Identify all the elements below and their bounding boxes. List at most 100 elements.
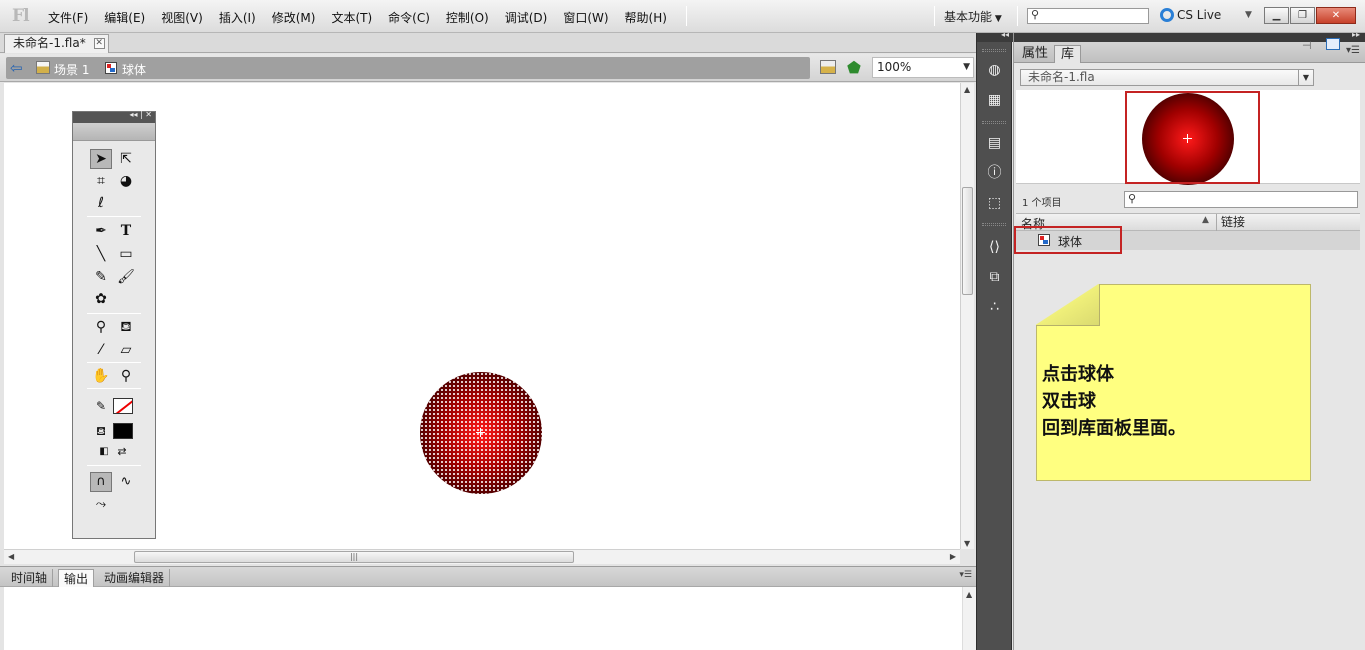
dock-grip[interactable] xyxy=(982,49,1006,52)
free-transform-tool-icon[interactable]: ⌗ xyxy=(90,171,112,191)
color-icon[interactable]: ◍ xyxy=(984,60,1005,81)
scroll-up-icon[interactable]: ▲ xyxy=(964,85,970,94)
cs-live-button[interactable]: CS Live xyxy=(1160,8,1221,22)
menu-insert[interactable]: 插入(I) xyxy=(211,9,264,26)
ball-graphic[interactable] xyxy=(420,372,542,494)
menu-file[interactable]: 文件(F) xyxy=(40,9,96,26)
scroll-up-icon[interactable]: ▲ xyxy=(966,590,972,599)
pencil-tool-icon[interactable]: ✎ xyxy=(90,267,112,287)
eyedropper-tool-icon[interactable]: ⁄ xyxy=(90,340,112,360)
deco-tool-icon[interactable]: ✿ xyxy=(90,289,112,309)
eraser-tool-icon[interactable]: ▱ xyxy=(115,340,137,360)
straighten-icon[interactable]: ⤳ xyxy=(90,495,112,515)
dock-header[interactable]: ◂◂ xyxy=(977,30,1013,42)
menu-window[interactable]: 窗口(W) xyxy=(555,9,616,26)
stroke-color-swatch[interactable] xyxy=(113,398,133,414)
text-tool-icon[interactable]: T xyxy=(115,221,137,241)
tools-panel-grip[interactable] xyxy=(73,123,155,141)
minimize-button[interactable]: ▁ xyxy=(1264,7,1289,24)
document-tab[interactable]: 未命名-1.fla* ✕ xyxy=(4,34,109,53)
dock-grip[interactable] xyxy=(982,121,1006,124)
menu-control[interactable]: 控制(O) xyxy=(438,9,497,26)
collapse-close-icon[interactable]: ◂◂ | ✕ xyxy=(129,110,152,119)
search-icon: ⚲ xyxy=(1128,192,1137,205)
tab-library[interactable]: 库 xyxy=(1054,45,1082,63)
dock-grip[interactable] xyxy=(982,223,1006,226)
workspace-switcher[interactable]: 基本功能 xyxy=(944,8,1002,25)
menu-edit[interactable]: 编辑(E) xyxy=(96,9,153,26)
collapse-icon[interactable]: ▸▸ xyxy=(1352,30,1360,39)
code-snippets-icon[interactable]: ⟨⟩ xyxy=(984,237,1005,258)
menu-text[interactable]: 文本(T) xyxy=(323,9,380,26)
close-button[interactable]: ✕ xyxy=(1316,7,1356,24)
menu-help[interactable]: 帮助(H) xyxy=(617,9,675,26)
back-arrow-icon[interactable]: ⇦ xyxy=(10,59,23,77)
selection-tool-icon[interactable]: ➤ xyxy=(90,149,112,169)
breadcrumb-scene[interactable]: 场景 1 xyxy=(54,61,89,78)
new-library-panel-icon[interactable] xyxy=(1326,38,1340,50)
scroll-thumb[interactable] xyxy=(962,187,973,295)
stage-horizontal-scrollbar[interactable]: ◀ ||| ▶ xyxy=(4,549,960,564)
column-linkage[interactable]: 链接 xyxy=(1216,214,1245,231)
align-icon[interactable]: ▤ xyxy=(984,133,1005,154)
paint-bucket-tool-icon[interactable]: ⛾ xyxy=(115,317,137,337)
tab-properties[interactable]: 属性 xyxy=(1016,45,1054,63)
edit-scene-icon[interactable] xyxy=(820,60,836,74)
panel-menu-icon[interactable]: ▾☰ xyxy=(959,570,972,580)
cs-live-label: CS Live xyxy=(1177,8,1222,22)
motion-presets-icon[interactable]: ∴ xyxy=(984,297,1005,318)
chevron-down-icon[interactable]: ▼ xyxy=(1245,10,1252,20)
lasso-tool-icon[interactable]: ℓ xyxy=(90,193,112,213)
brush-tool-icon[interactable]: 🖌 xyxy=(115,267,137,287)
tool-divider xyxy=(87,313,141,314)
help-search-field[interactable]: ⚲ xyxy=(1027,8,1149,24)
transform-icon[interactable]: ⬚ xyxy=(984,193,1005,214)
expand-icon[interactable]: ◂◂ xyxy=(1001,30,1009,39)
scroll-thumb[interactable]: ||| xyxy=(134,551,574,563)
bone-tool-icon[interactable]: ⚲ xyxy=(90,317,112,337)
hand-tool-icon[interactable]: ✋ xyxy=(90,366,112,386)
menu-view[interactable]: 视图(V) xyxy=(153,9,211,26)
rectangle-tool-icon[interactable]: ▭ xyxy=(115,244,137,264)
scroll-left-icon[interactable]: ◀ xyxy=(8,552,14,561)
panel-header[interactable]: ▸▸ xyxy=(1014,30,1365,42)
smooth-icon[interactable]: ∿ xyxy=(115,472,137,492)
tab-timeline[interactable]: 时间轴 xyxy=(6,569,54,588)
snap-to-objects-icon[interactable]: ∩ xyxy=(90,472,112,492)
tab-output[interactable]: 输出 xyxy=(58,569,95,588)
pin-library-icon[interactable]: ⊣ xyxy=(1302,39,1312,52)
scroll-right-icon[interactable]: ▶ xyxy=(950,552,956,561)
breadcrumb-symbol[interactable]: 球体 xyxy=(122,61,146,78)
fill-color-swatch[interactable] xyxy=(113,423,133,439)
pen-tool-icon[interactable]: ✒ xyxy=(90,221,112,241)
menu-modify[interactable]: 修改(M) xyxy=(264,9,324,26)
restore-button[interactable]: ❐ xyxy=(1290,7,1315,24)
tab-motion-editor[interactable]: 动画编辑器 xyxy=(99,569,171,588)
cs-live-icon xyxy=(1160,8,1174,22)
sort-ascending-icon[interactable]: ▲ xyxy=(1202,215,1209,225)
zoom-select[interactable]: 100% xyxy=(872,57,974,78)
3d-rotation-tool-icon[interactable]: ◕ xyxy=(115,171,137,191)
swap-colors-icon[interactable]: ⇄ xyxy=(111,442,133,462)
tools-panel-header[interactable]: ◂◂ | ✕ xyxy=(73,110,155,123)
edit-bar: ⇦ 场景 1 球体 ⬟ 100% xyxy=(0,54,976,82)
subselection-tool-icon[interactable]: ⇱ xyxy=(115,149,137,169)
info-icon[interactable]: ⓘ xyxy=(984,163,1005,184)
menu-commands[interactable]: 命令(C) xyxy=(380,9,438,26)
components-icon[interactable]: ⧉ xyxy=(984,267,1005,288)
zoom-tool-icon[interactable]: ⚲ xyxy=(115,366,137,386)
library-document-select[interactable]: 未命名-1.fla xyxy=(1020,69,1314,86)
scroll-down-icon[interactable]: ▼ xyxy=(964,539,970,548)
tool-divider xyxy=(87,388,141,389)
edit-symbols-icon[interactable]: ⬟ xyxy=(847,58,861,77)
menu-debug[interactable]: 调试(D) xyxy=(497,9,556,26)
line-tool-icon[interactable]: ╲ xyxy=(90,244,112,264)
stage-vertical-scrollbar[interactable]: ▲ ▼ xyxy=(960,83,974,549)
panel-menu-icon[interactable]: ▾☰ xyxy=(1346,45,1360,56)
note-fold-corner xyxy=(1036,284,1100,326)
library-search-input[interactable]: ⚲ xyxy=(1124,191,1358,208)
search-icon: ⚲ xyxy=(1031,8,1040,21)
close-tab-icon[interactable]: ✕ xyxy=(93,38,105,49)
output-scrollbar[interactable]: ▲ xyxy=(962,587,976,650)
swatches-icon[interactable]: ▦ xyxy=(984,90,1005,111)
